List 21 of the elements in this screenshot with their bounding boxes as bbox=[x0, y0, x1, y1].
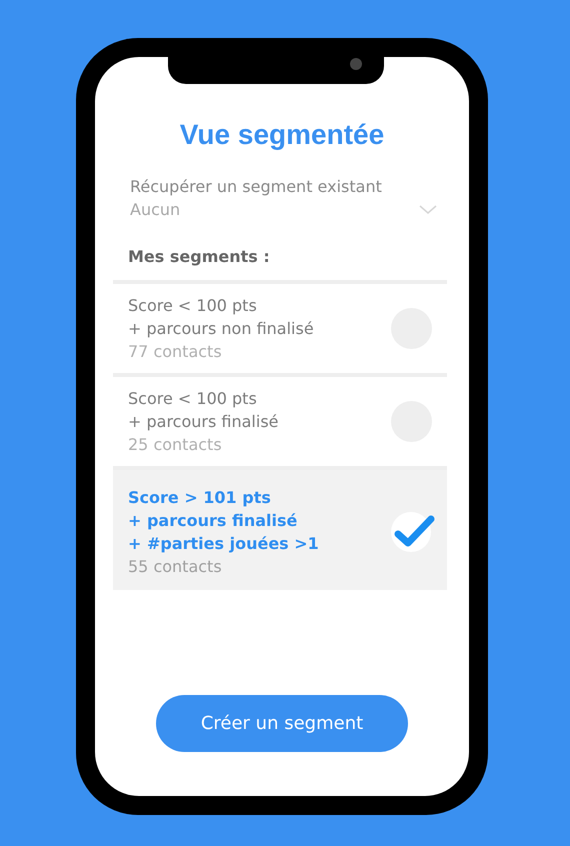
contact-count: 55 contacts bbox=[128, 556, 223, 578]
segment-item[interactable]: Score < 100 pts + parcours non finalisé 77 contacts bbox=[113, 284, 447, 377]
segment-item[interactable]: Score > 101 pts + parcours finalisé + #parties jouées >1 55 contacts bbox=[113, 470, 447, 590]
segment-criteria: + parcours finalisé bbox=[128, 510, 298, 532]
contact-count: 25 contacts bbox=[128, 434, 223, 456]
chevron-down-icon bbox=[419, 204, 437, 214]
camera-icon bbox=[350, 58, 362, 70]
segment-dropdown[interactable]: Récupérer un segment existant Aucun bbox=[130, 177, 437, 219]
segment-criteria: Score < 100 pts bbox=[128, 388, 258, 410]
segment-criteria: Score < 100 pts bbox=[128, 295, 258, 317]
segment-criteria: + parcours finalisé bbox=[128, 411, 278, 433]
segment-criteria: + parcours non finalisé bbox=[128, 318, 314, 340]
section-title: Mes segments : bbox=[128, 247, 270, 266]
contact-count: 77 contacts bbox=[128, 341, 223, 363]
segment-criteria: + #parties jouées >1 bbox=[128, 533, 319, 555]
page-title: Vue segmentée bbox=[180, 119, 384, 151]
checkmark-icon bbox=[391, 510, 435, 554]
segment-criteria: Score > 101 pts bbox=[128, 487, 272, 509]
dropdown-label: Récupérer un segment existant bbox=[130, 177, 383, 196]
create-segment-button[interactable]: Créer un segment bbox=[156, 695, 408, 752]
dropdown-placeholder: Aucun bbox=[130, 200, 180, 219]
